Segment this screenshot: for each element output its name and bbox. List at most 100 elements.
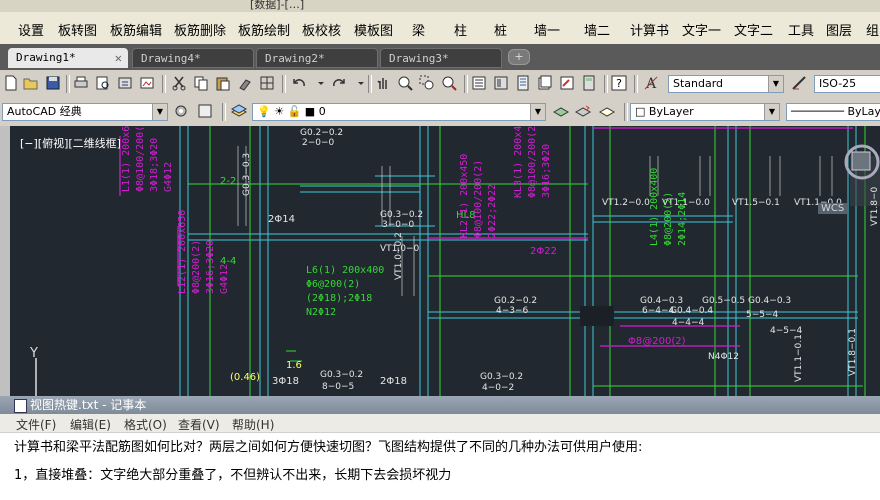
dim-label: 2-2	[220, 176, 237, 187]
text-style-value: Standard	[673, 77, 724, 90]
dim-style-select[interactable]: ISO-25	[814, 75, 880, 93]
menu-item-group[interactable]: 组	[866, 20, 879, 39]
markup-icon[interactable]	[558, 74, 576, 92]
print-preview-icon[interactable]	[94, 74, 112, 92]
menu-item-text-2[interactable]: 文字二	[734, 20, 773, 39]
layer-color-icon: ■	[304, 105, 316, 118]
workspace-settings-icon[interactable]	[172, 102, 190, 120]
block-editor-icon[interactable]	[258, 74, 276, 92]
layer-previous-icon[interactable]	[574, 102, 592, 120]
workspace-select[interactable]: AutoCAD 经典 ▼	[2, 103, 168, 121]
section-label: 4−4−4	[672, 318, 705, 328]
section-label: VT1.5−0.1	[732, 198, 780, 208]
menu-item-beam[interactable]: 梁	[412, 20, 425, 39]
new-file-icon[interactable]	[2, 74, 20, 92]
menu-item-column[interactable]: 柱	[454, 20, 467, 39]
workspace-custom-icon[interactable]	[196, 102, 214, 120]
menu-item-text-1[interactable]: 文字一	[682, 20, 721, 39]
text-style-icon[interactable]: A	[642, 74, 660, 92]
make-current-layer-icon[interactable]	[552, 102, 570, 120]
drawing-canvas[interactable]: L6(1) 200x400 Φ6@200(2) (2Φ18);2Φ18 N2Φ1…	[10, 126, 880, 396]
menu-item-slab-to-drawing[interactable]: 板转图	[58, 20, 97, 39]
paste-icon[interactable]	[214, 74, 232, 92]
menu-item-formwork[interactable]: 模板图	[354, 20, 393, 39]
menu-item-calc-book[interactable]: 计算书	[630, 20, 669, 39]
notepad-text-line-2[interactable]: 1，直接堆叠：文字绝大部分重叠了，不但辨认不出来，长期下去会损坏视力	[14, 464, 451, 483]
undo-icon[interactable]	[290, 74, 308, 92]
viewport-controls-label[interactable]: [−][俯视][二维线框]	[20, 135, 121, 151]
menu-item-wall-1[interactable]: 墙一	[534, 20, 560, 39]
zoom-previous-icon[interactable]	[440, 74, 458, 92]
layer-properties-icon[interactable]	[230, 102, 248, 120]
quick-calc-icon[interactable]	[580, 74, 598, 92]
menu-item-tools[interactable]: 工具	[788, 20, 814, 39]
zoom-window-icon[interactable]	[418, 74, 436, 92]
plot-icon[interactable]	[138, 74, 156, 92]
chevron-down-icon[interactable]: ▼	[152, 104, 167, 120]
print-icon[interactable]	[72, 74, 90, 92]
undo-dropdown-icon[interactable]	[312, 74, 330, 92]
chevron-down-icon[interactable]: ▼	[764, 104, 779, 120]
open-folder-icon[interactable]	[22, 74, 40, 92]
section-label: G0.3−0.2	[380, 210, 424, 220]
layer-select[interactable]: 💡 ☀ 🔓 ■ 0 ▼	[252, 103, 546, 121]
notepad-menu-view[interactable]: 查看(V)	[178, 416, 220, 433]
notepad-menu-help[interactable]: 帮助(H)	[232, 416, 274, 433]
menu-item-pile[interactable]: 桩	[494, 20, 507, 39]
menu-bar: [数据]-[…] 设置 板转图 板筋编辑 板筋删除 板筋绘制 板校核 模板图 梁…	[0, 0, 880, 45]
notepad-menu-file[interactable]: 文件(F)	[16, 416, 56, 433]
zoom-realtime-icon[interactable]	[396, 74, 414, 92]
tab-drawing4[interactable]: Drawing4*	[132, 48, 254, 68]
tab-drawing3[interactable]: Drawing3*	[380, 48, 502, 68]
sun-icon: ☀	[274, 105, 285, 118]
section-label: 8−0−5	[322, 382, 355, 392]
properties-icon[interactable]	[470, 74, 488, 92]
section-label: VT1.0−0.2	[394, 232, 404, 280]
menu-item-slab-check[interactable]: 板校核	[302, 20, 341, 39]
match-properties-icon[interactable]	[236, 74, 254, 92]
cut-icon[interactable]	[170, 74, 188, 92]
notepad-text-line-1[interactable]: 计算书和梁平法配筋图如何比对？两层之间如何方便快速切图？飞图结构提供了不同的几种…	[14, 436, 642, 455]
document-tab-bar: Drawing1* ✕ Drawing4* Drawing2* Drawing3…	[0, 44, 880, 70]
menu-item-slab-rebar-delete[interactable]: 板筋删除	[174, 20, 226, 39]
save-icon[interactable]	[44, 74, 62, 92]
menu-item-slab-rebar-edit[interactable]: 板筋编辑	[110, 20, 162, 39]
color-select[interactable]: □ ByLayer ▼	[630, 103, 780, 121]
close-icon[interactable]: ✕	[115, 48, 122, 68]
section-label: G0.2−0.2	[300, 128, 344, 138]
chevron-down-icon[interactable]: ▼	[530, 104, 545, 120]
text-style-select[interactable]: Standard ▼	[668, 75, 784, 93]
linetype-line-icon: ────────	[791, 105, 844, 118]
pan-icon[interactable]	[374, 74, 392, 92]
dim-style-icon[interactable]	[790, 74, 808, 92]
tab-drawing1[interactable]: Drawing1* ✕	[8, 48, 128, 68]
new-tab-button[interactable]: +	[508, 49, 530, 65]
publish-icon[interactable]	[116, 74, 134, 92]
menu-item-settings[interactable]: 设置	[18, 20, 44, 39]
beam-label-l1: L1(1) 200x650 Φ8@100/200(2) 3Φ18;3Φ20 G4…	[121, 126, 174, 192]
redo-icon[interactable]	[330, 74, 348, 92]
title-strip: [数据]-[…]	[0, 0, 880, 12]
help-icon[interactable]: ?	[610, 74, 628, 92]
tab-label: Drawing2*	[265, 52, 325, 65]
beam-label-l6: L6(1) 200x400 Φ6@200(2) (2Φ18);2Φ18 N2Φ1…	[306, 265, 385, 318]
tool-palettes-icon[interactable]	[514, 74, 532, 92]
viewcube[interactable]	[842, 140, 880, 188]
design-center-icon[interactable]	[492, 74, 510, 92]
lock-icon: 🔓	[287, 105, 302, 118]
notepad-menu-edit[interactable]: 编辑(E)	[70, 416, 111, 433]
linetype-select[interactable]: ──────── ByLay	[786, 103, 880, 121]
wcs-menu[interactable]: WCS	[818, 203, 848, 214]
section-label: N4Φ12	[708, 352, 739, 362]
chevron-down-icon[interactable]: ▼	[768, 76, 783, 92]
layer-value: 0	[318, 105, 326, 118]
tab-drawing2[interactable]: Drawing2*	[256, 48, 378, 68]
notepad-menu-format[interactable]: 格式(O)	[124, 416, 167, 433]
menu-item-layers[interactable]: 图层	[826, 20, 852, 39]
sheet-set-icon[interactable]	[536, 74, 554, 92]
ucs-icon	[35, 358, 37, 396]
copy-icon[interactable]	[192, 74, 210, 92]
menu-item-slab-rebar-draw[interactable]: 板筋绘制	[238, 20, 290, 39]
menu-item-wall-2[interactable]: 墙二	[584, 20, 610, 39]
layer-state-icon[interactable]	[598, 102, 616, 120]
